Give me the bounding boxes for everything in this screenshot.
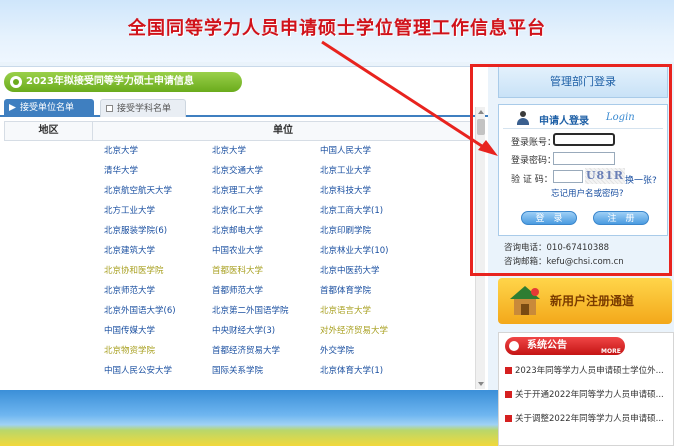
forgot-password-link[interactable]: 忘记用户名或密码?	[551, 187, 624, 199]
section-title: 2023年拟接受同等学力硕士申请信息	[4, 72, 242, 92]
school-link[interactable]: 首都医科大学	[212, 265, 263, 277]
account-input[interactable]	[553, 133, 615, 146]
user-icon	[517, 111, 529, 125]
register-button[interactable]: 注 册	[593, 211, 649, 225]
school-link[interactable]: 北京建筑大学	[104, 245, 155, 257]
school-link[interactable]: 北京工商大学(1)	[320, 205, 383, 217]
captcha-input[interactable]	[553, 170, 583, 183]
scroll-thumb[interactable]	[477, 119, 485, 135]
school-link[interactable]: 北京工业大学	[320, 165, 371, 177]
school-link[interactable]: 北京科技大学	[320, 185, 371, 197]
login-button[interactable]: 登 录	[521, 211, 577, 225]
scroll-down-icon[interactable]	[477, 380, 485, 388]
school-link[interactable]: 外交学院	[320, 345, 354, 357]
refresh-captcha-link[interactable]: 换一张?	[625, 173, 657, 186]
house-icon	[510, 286, 540, 315]
column-header-unit: 单位	[273, 125, 293, 136]
school-link[interactable]: 北京大学	[104, 145, 138, 157]
notice-header: 系统公告 MORE	[505, 337, 625, 355]
notice-panel: 系统公告 MORE 2023年同等学力人员申请硕士学位外... 关于开通2022…	[498, 332, 674, 446]
school-link[interactable]: 中央财经大学(3)	[212, 325, 275, 337]
tab-majors[interactable]: 接受学科名单	[100, 99, 186, 117]
contact-email: 咨询邮箱：kefu@chsi.com.cn	[504, 257, 624, 267]
school-link[interactable]: 北京中医药大学	[320, 265, 380, 277]
arrow-right-icon	[9, 104, 16, 111]
notice-title: 系统公告	[527, 340, 567, 351]
school-link[interactable]: 北京服装学院(6)	[104, 225, 167, 237]
school-link[interactable]: 中国农业大学	[212, 245, 263, 257]
column-header-area: 地区	[5, 122, 93, 140]
login-title: 申请人登录	[539, 116, 589, 127]
school-link[interactable]: 北京物资学院	[104, 345, 155, 357]
header-banner: 全国同等学力人员申请硕士学位管理工作信息平台	[0, 0, 674, 62]
school-link[interactable]: 北京语言大学	[320, 305, 371, 317]
school-link[interactable]: 对外经济贸易大学	[320, 325, 388, 337]
captcha-label: 验 证 码：	[511, 175, 553, 185]
school-link[interactable]: 中国传媒大学	[104, 325, 155, 337]
square-icon	[106, 105, 113, 112]
notice-item[interactable]: 关于开通2022年同等学力人员申请硕...	[505, 389, 671, 401]
table-header: 地区 单位	[4, 121, 472, 141]
school-link[interactable]: 国际关系学院	[212, 365, 263, 377]
contact-phone: 咨询电话：010-67410388	[504, 243, 610, 253]
tab-schools-label: 接受单位名单	[20, 103, 75, 113]
captcha-image[interactable]: U81R	[585, 168, 625, 184]
bullet-icon	[509, 341, 519, 351]
bullet-icon	[10, 76, 22, 88]
register-channel-label: 新用户注册通道	[550, 294, 635, 308]
tab-schools[interactable]: 接受单位名单	[4, 99, 94, 117]
school-link[interactable]: 北京林业大学(10)	[320, 245, 388, 257]
school-link[interactable]: 北京化工大学	[212, 205, 263, 217]
list-scrollbar[interactable]	[475, 107, 485, 389]
school-link[interactable]: 北京师范大学	[104, 285, 155, 297]
register-channel-button[interactable]: 新用户注册通道	[498, 278, 672, 324]
school-link[interactable]: 中国人民公安大学	[104, 365, 172, 377]
school-link[interactable]: 北京协和医学院	[104, 265, 164, 277]
school-link[interactable]: 北京第二外国语学院	[212, 305, 289, 317]
school-link[interactable]: 北京交通大学	[212, 165, 263, 177]
school-list-panel: 2023年拟接受同等学力硕士申请信息 接受单位名单 接受学科名单 地区 单位 北…	[0, 66, 488, 390]
right-column: 管理部门登录 申请人登录 Login 登录账号： 登录密码： 验 证 码： U8…	[498, 66, 674, 446]
school-link[interactable]: 首都师范大学	[212, 285, 263, 297]
section-title-text: 2023年拟接受同等学力硕士申请信息	[26, 76, 194, 87]
tab-bar: 接受单位名单 接受学科名单	[0, 99, 488, 117]
admin-login-button[interactable]: 管理部门登录	[498, 66, 668, 98]
school-link[interactable]: 北京航空航天大学	[104, 185, 172, 197]
school-link[interactable]: 北京理工大学	[212, 185, 263, 197]
school-link[interactable]: 中国人民大学	[320, 145, 371, 157]
school-link[interactable]: 北方工业大学	[104, 205, 155, 217]
login-header: 申请人登录 Login	[503, 109, 663, 129]
scroll-up-icon[interactable]	[477, 108, 485, 116]
background-scenery	[0, 390, 500, 446]
school-link[interactable]: 北京印刷学院	[320, 225, 371, 237]
school-link[interactable]: 北京外国语大学(6)	[104, 305, 176, 317]
school-link[interactable]: 首都体育学院	[320, 285, 371, 297]
school-grid: 北京大学 北京大学 中国人民大学 清华大学 北京交通大学 北京工业大学 北京航空航天大学 北京…	[98, 145, 468, 391]
password-input[interactable]	[553, 152, 615, 165]
login-box: 申请人登录 Login 登录账号： 登录密码： 验 证 码： U81R 换一张?…	[498, 104, 668, 236]
notice-item[interactable]: 关于调整2022年同等学力人员申请硕...	[505, 413, 671, 425]
account-label: 登录账号：	[511, 138, 557, 148]
school-link[interactable]: 首都经济贸易大学	[212, 345, 280, 357]
school-link[interactable]: 北京邮电大学	[212, 225, 263, 237]
school-link[interactable]: 清华大学	[104, 165, 138, 177]
more-link[interactable]: MORE	[601, 343, 621, 361]
tab-majors-label: 接受学科名单	[117, 104, 172, 114]
notice-item[interactable]: 2023年同等学力人员申请硕士学位外...	[505, 365, 671, 377]
school-link[interactable]: 北京体育大学(1)	[320, 365, 383, 377]
site-title: 全国同等学力人员申请硕士学位管理工作信息平台	[128, 18, 546, 39]
school-link[interactable]: 北京大学	[212, 145, 246, 157]
password-label: 登录密码：	[511, 156, 557, 166]
login-title-en: Login	[606, 112, 635, 123]
